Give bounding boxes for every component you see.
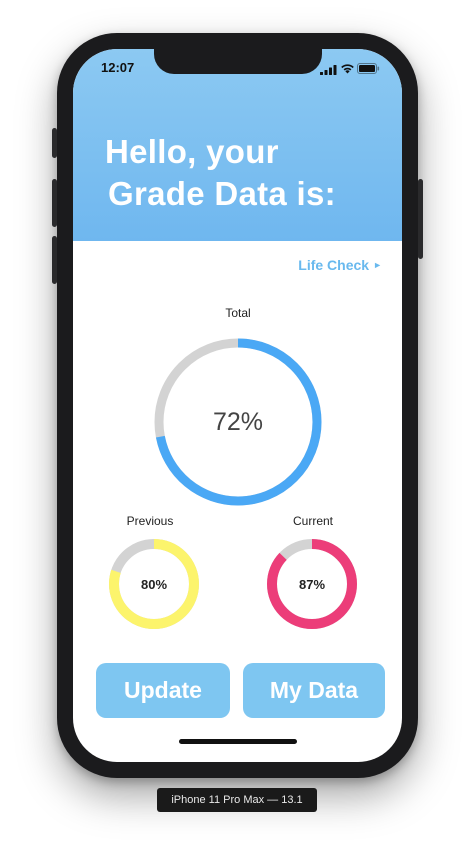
- previous-ring-chart: 80%: [108, 538, 200, 630]
- greeting-line-2: Grade Data is:: [108, 175, 336, 212]
- current-percent: 87%: [298, 576, 326, 592]
- camera-notch: [154, 49, 322, 74]
- life-check-label: Life Check: [298, 257, 370, 273]
- previous-label: Previous: [126, 514, 174, 528]
- phone-frame: Hello, your Grade Data is: 12:07 Life Ch…: [52, 33, 423, 778]
- power-button: [418, 179, 423, 259]
- silent-switch: [52, 128, 57, 158]
- battery-icon: [357, 63, 380, 74]
- greeting-title: Hello, your Grade Data is:: [105, 131, 336, 215]
- volume-down-button: [52, 236, 57, 284]
- previous-percent: 80%: [140, 576, 168, 592]
- status-time: 12:07: [101, 60, 135, 75]
- life-check-link[interactable]: Life Check ►: [298, 257, 382, 273]
- app-screen: Hello, your Grade Data is: 12:07 Life Ch…: [73, 49, 402, 762]
- total-percent: 72%: [212, 407, 264, 436]
- update-button[interactable]: Update: [96, 663, 230, 718]
- volume-up-button: [52, 179, 57, 227]
- wifi-icon: [341, 64, 354, 74]
- status-icons: [320, 62, 380, 76]
- header-banner: Hello, your Grade Data is:: [73, 49, 402, 241]
- current-ring-chart: 87%: [266, 538, 358, 630]
- home-indicator[interactable]: [179, 739, 297, 744]
- my-data-button[interactable]: My Data: [243, 663, 385, 718]
- device-label: iPhone 11 Pro Max — 13.1: [157, 788, 317, 812]
- play-arrow-icon: ►: [373, 260, 382, 270]
- greeting-line-1: Hello, your: [105, 133, 279, 170]
- current-label: Current: [292, 514, 333, 528]
- signal-icon: [320, 65, 337, 75]
- total-ring-chart: 72%: [152, 336, 324, 508]
- total-label: Total: [225, 306, 251, 320]
